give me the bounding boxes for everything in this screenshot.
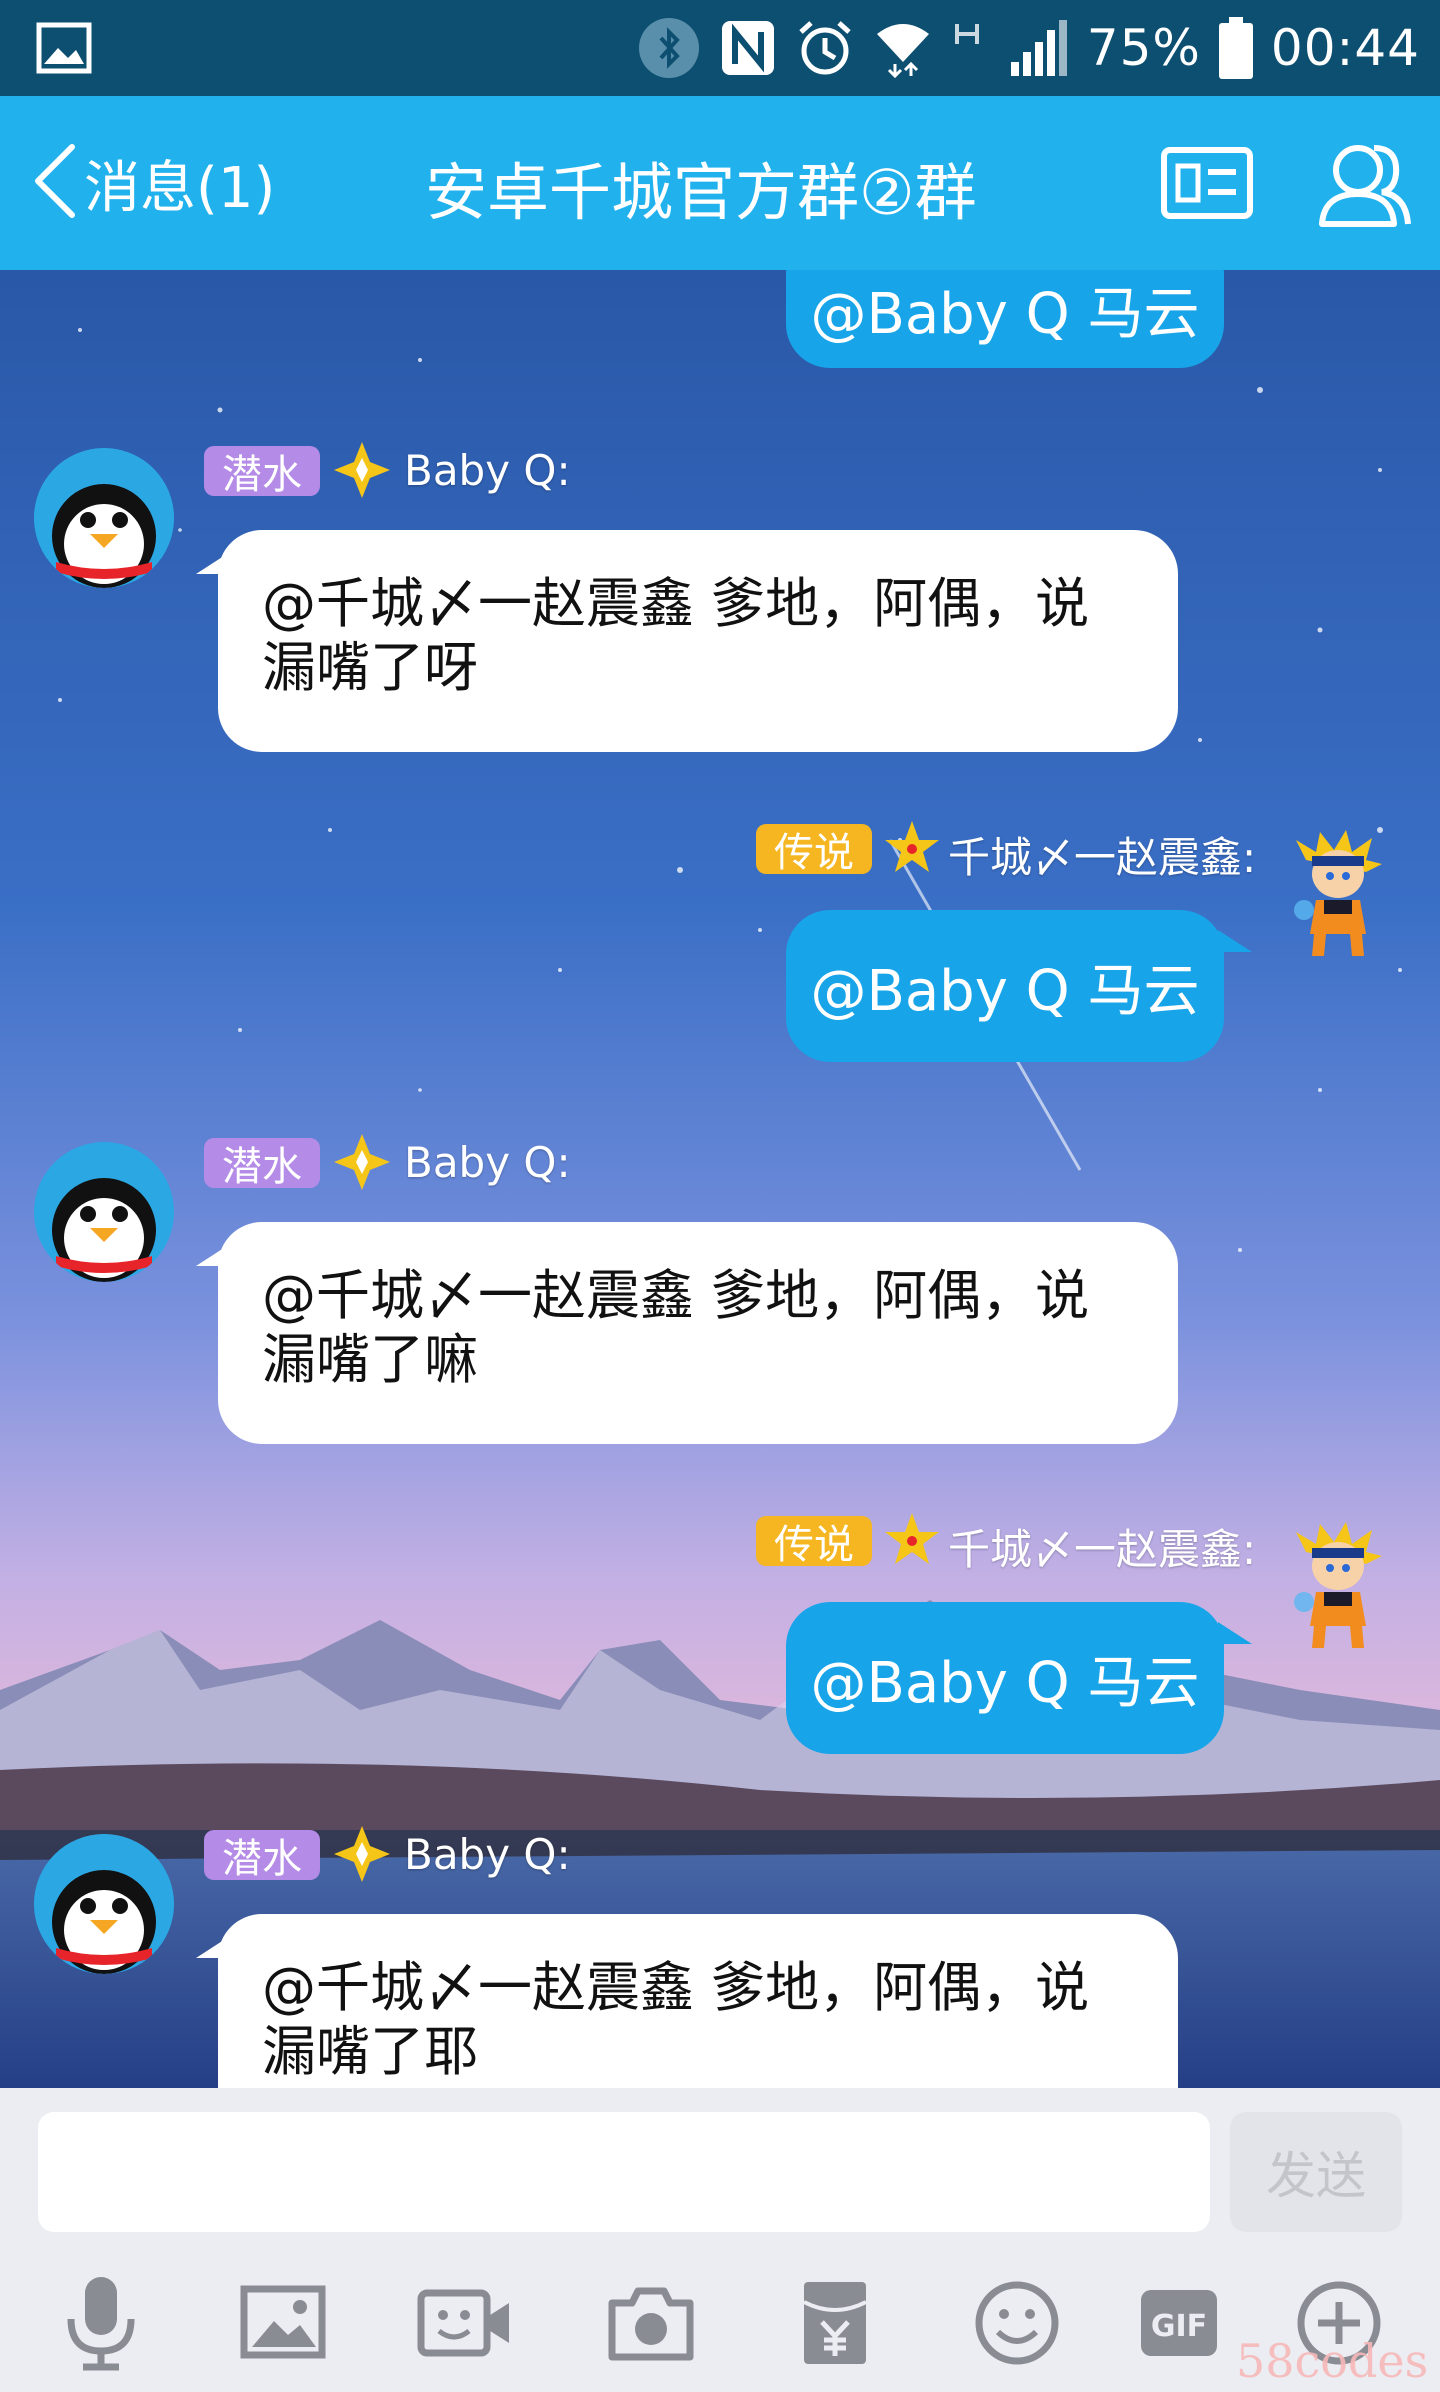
rank-diamond-icon: [332, 1824, 392, 1884]
bluetooth-icon: [637, 16, 701, 80]
message-text-line: @千城〆一赵震鑫 爹地，阿偶，说: [262, 1956, 1090, 2019]
sender-name: 千城〆一赵震鑫:: [948, 833, 1257, 882]
gif-button[interactable]: GIF: [1124, 2268, 1234, 2378]
image-icon: [36, 22, 92, 74]
members-button[interactable]: [1314, 132, 1414, 232]
picture-icon: [240, 2285, 326, 2359]
rank-star-icon: [882, 1510, 942, 1570]
battery-icon: [1218, 17, 1253, 79]
message-text-line: 漏嘴了耶: [262, 2020, 478, 2083]
naruto-avatar-icon: [1294, 1522, 1382, 1648]
voice-button[interactable]: [46, 2268, 156, 2378]
video-call-icon: [417, 2289, 509, 2357]
message-text: @Baby Q 马云: [810, 1650, 1200, 1716]
back-label: 消息(1): [84, 155, 276, 221]
message-bubble-incoming[interactable]: @千城〆一赵震鑫 爹地，阿偶，说 漏嘴了耶: [218, 1914, 1178, 2088]
emoji-button[interactable]: [962, 2268, 1072, 2378]
message-text-line: 漏嘴了嘛: [262, 1328, 478, 1391]
nfc-icon: [719, 18, 777, 78]
penguin-avatar-icon: [34, 1142, 174, 1282]
chevron-left-icon: [30, 141, 80, 225]
sender-name: Baby Q:: [404, 1138, 571, 1187]
microphone-icon: [67, 2277, 135, 2371]
message-text-line: @千城〆一赵震鑫 爹地，阿偶，说: [262, 572, 1090, 635]
message-bubble-incoming[interactable]: @千城〆一赵震鑫 爹地，阿偶，说 漏嘴了嘛: [218, 1222, 1178, 1444]
input-bar: 发送 GIF: [0, 2088, 1440, 2392]
camera-button[interactable]: [596, 2268, 706, 2378]
penguin-avatar-icon: [34, 448, 174, 588]
sender-name: Baby Q:: [404, 446, 571, 495]
rank-star-icon: [882, 818, 942, 878]
gif-icon: GIF: [1141, 2290, 1217, 2356]
chat-header: 消息(1) 安卓千城官方群②群: [0, 96, 1440, 270]
message-text-line: @千城〆一赵震鑫 爹地，阿偶，说: [262, 1264, 1090, 1327]
clock: 00:44: [1270, 19, 1420, 77]
avatar[interactable]: [34, 448, 174, 588]
member-level-badge: 传说: [756, 1516, 872, 1568]
naruto-avatar-icon: [1294, 830, 1382, 956]
avatar[interactable]: [1290, 830, 1386, 960]
message-text: @Baby Q 马云: [810, 281, 1200, 347]
alarm-icon: [795, 18, 855, 78]
signal-icon: [1009, 18, 1069, 78]
group-card-button[interactable]: [1160, 144, 1256, 224]
message-input[interactable]: [38, 2112, 1210, 2232]
hplus-icon: [951, 18, 991, 78]
emoji-icon: [975, 2281, 1059, 2365]
input-toolbar: GIF: [0, 2268, 1440, 2378]
sender-name: 千城〆一赵震鑫:: [948, 1525, 1257, 1574]
gif-label: GIF: [1151, 2309, 1207, 2344]
member-level-badge: 潜水: [204, 1830, 320, 1882]
wifi-icon: [873, 18, 933, 78]
member-level-badge: 传说: [756, 824, 872, 876]
red-packet-icon: [803, 2282, 867, 2364]
avatar[interactable]: [34, 1142, 174, 1282]
image-button[interactable]: [228, 2268, 338, 2378]
member-level-badge: 潜水: [204, 446, 320, 498]
rank-diamond-icon: [332, 1132, 392, 1192]
avatar[interactable]: [1290, 1522, 1386, 1652]
rank-diamond-icon: [332, 440, 392, 500]
message-bubble-outgoing[interactable]: @Baby Q 马云: [786, 270, 1224, 368]
status-bar: 75% 00:44: [0, 0, 1440, 96]
send-button[interactable]: 发送: [1230, 2112, 1402, 2232]
message-text: @Baby Q 马云: [810, 958, 1200, 1024]
battery-percent: 75%: [1086, 19, 1201, 77]
message-bubble-outgoing[interactable]: @Baby Q 马云: [786, 910, 1224, 1062]
members-icon: [1314, 145, 1414, 236]
watermark: 58codes: [1236, 2334, 1429, 2388]
message-bubble-incoming[interactable]: @千城〆一赵震鑫 爹地，阿偶，说 漏嘴了呀: [218, 530, 1178, 752]
sender-name: Baby Q:: [404, 1830, 571, 1879]
video-button[interactable]: [410, 2268, 520, 2378]
penguin-avatar-icon: [34, 1834, 174, 1974]
group-card-icon: [1160, 147, 1256, 228]
camera-icon: [608, 2287, 694, 2361]
back-button[interactable]: 消息(1): [30, 136, 275, 230]
avatar[interactable]: [34, 1834, 174, 1974]
message-list[interactable]: @Baby Q 马云 潜水 Baby Q: @千城〆一赵震鑫 爹地，阿偶，说 漏…: [0, 270, 1440, 2088]
page-title: 安卓千城官方群②群: [425, 156, 977, 229]
message-bubble-outgoing[interactable]: @Baby Q 马云: [786, 1602, 1224, 1754]
red-packet-button[interactable]: [780, 2268, 890, 2378]
message-text-line: 漏嘴了呀: [262, 636, 478, 699]
member-level-badge: 潜水: [204, 1138, 320, 1190]
